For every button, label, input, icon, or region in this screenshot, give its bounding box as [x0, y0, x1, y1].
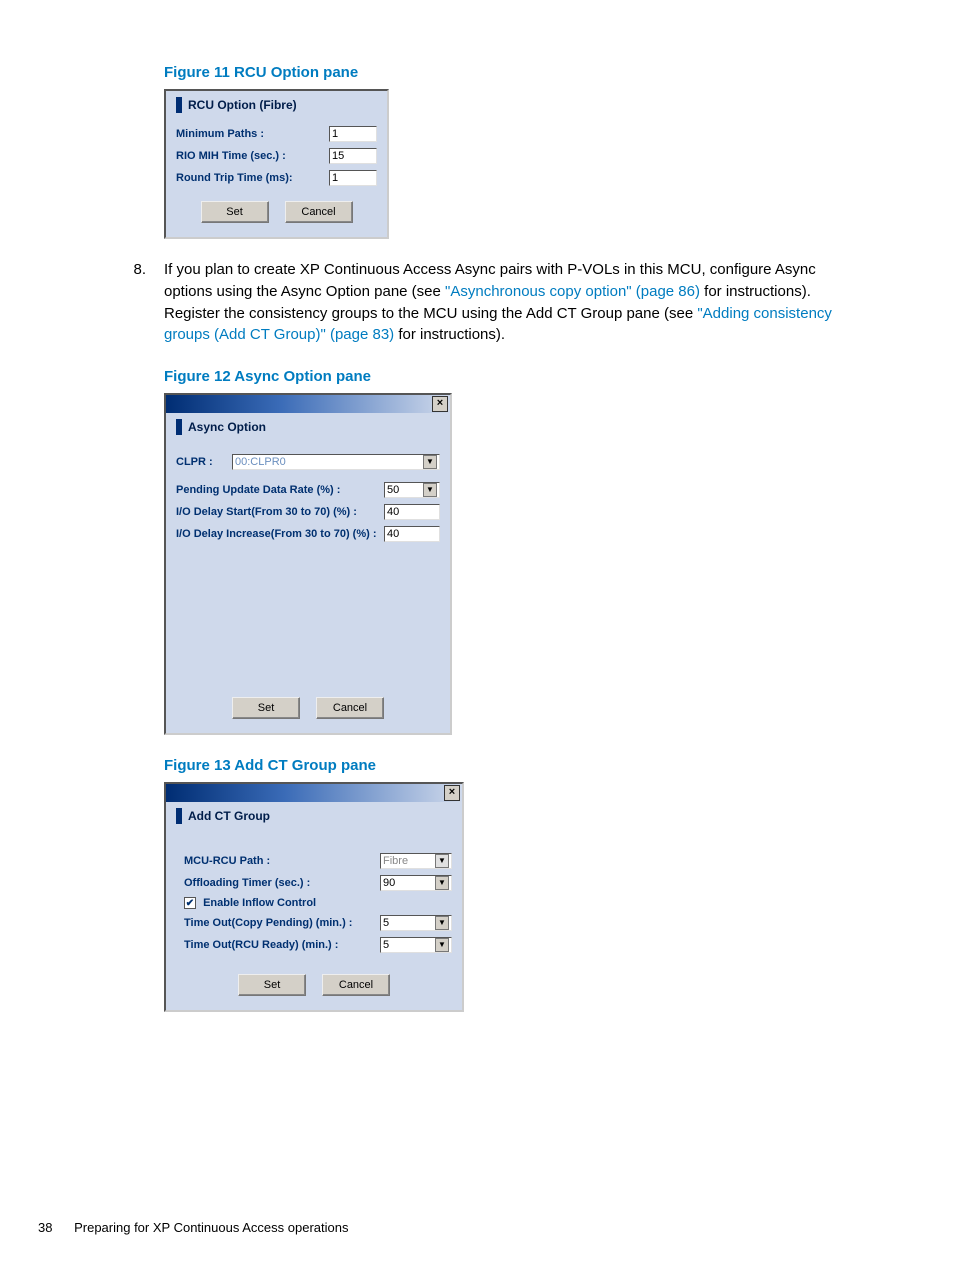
- mcu-rcu-path-label: MCU-RCU Path :: [184, 855, 380, 867]
- async-option-pane: × Async Option CLPR : 00:CLPR0 ▼ Pending…: [164, 393, 452, 735]
- footer-title: Preparing for XP Continuous Access opera…: [74, 1220, 348, 1235]
- min-paths-label: Minimum Paths :: [176, 128, 329, 140]
- chevron-down-icon: ▼: [435, 876, 449, 890]
- chevron-down-icon: ▼: [435, 938, 449, 952]
- add-ct-group-pane: × Add CT Group MCU-RCU Path : Fibre ▼ Of…: [164, 782, 464, 1012]
- timeout-rcu-ready-label: Time Out(RCU Ready) (min.) :: [184, 939, 380, 951]
- rcu-option-pane: RCU Option (Fibre) Minimum Paths : 1 RIO…: [164, 89, 389, 239]
- rio-mih-input[interactable]: 15: [329, 148, 377, 164]
- io-delay-start-label: I/O Delay Start(From 30 to 70) (%) :: [176, 506, 384, 518]
- set-button[interactable]: Set: [238, 974, 306, 996]
- mcu-rcu-path-select[interactable]: Fibre ▼: [380, 853, 452, 869]
- close-icon[interactable]: ×: [432, 396, 448, 412]
- min-paths-input[interactable]: 1: [329, 126, 377, 142]
- timeout-rcu-ready-select[interactable]: 5 ▼: [380, 937, 452, 953]
- clpr-label: CLPR :: [176, 456, 232, 468]
- chevron-down-icon: ▼: [423, 455, 437, 469]
- offloading-timer-label: Offloading Timer (sec.) :: [184, 877, 380, 889]
- io-delay-start-input[interactable]: 40: [384, 504, 440, 520]
- chevron-down-icon: ▼: [435, 854, 449, 868]
- page-number: 38: [38, 1220, 52, 1235]
- title-marker-icon: [176, 419, 182, 435]
- pane-title-label: RCU Option (Fibre): [188, 98, 297, 112]
- offloading-timer-select[interactable]: 90 ▼: [380, 875, 452, 891]
- checkbox-icon: ✔: [184, 897, 196, 909]
- timeout-copy-pending-select[interactable]: 5 ▼: [380, 915, 452, 931]
- async-copy-option-link[interactable]: "Asynchronous copy option" (page 86): [445, 283, 700, 300]
- set-button[interactable]: Set: [201, 201, 269, 223]
- pending-rate-label: Pending Update Data Rate (%) :: [176, 484, 384, 496]
- cancel-button[interactable]: Cancel: [285, 201, 353, 223]
- step-8: 8. If you plan to create XP Continuous A…: [94, 259, 860, 346]
- rtt-input[interactable]: 1: [329, 170, 377, 186]
- enable-inflow-control[interactable]: ✔ Enable Inflow Control: [184, 897, 452, 909]
- pane-title: Add CT Group: [166, 802, 462, 834]
- figure-11-caption: Figure 11 RCU Option pane: [164, 64, 860, 81]
- window-titlebar: ×: [166, 784, 462, 802]
- rtt-label: Round Trip Time (ms):: [176, 172, 329, 184]
- step-number: 8.: [94, 259, 164, 346]
- title-marker-icon: [176, 808, 182, 824]
- rio-mih-label: RIO MIH Time (sec.) :: [176, 150, 329, 162]
- pane-title: RCU Option (Fibre): [166, 91, 387, 123]
- close-icon[interactable]: ×: [444, 785, 460, 801]
- figure-12-caption: Figure 12 Async Option pane: [164, 368, 860, 385]
- io-delay-increase-label: I/O Delay Increase(From 30 to 70) (%) :: [176, 528, 384, 540]
- pending-rate-select[interactable]: 50 ▼: [384, 482, 440, 498]
- clpr-select[interactable]: 00:CLPR0 ▼: [232, 454, 440, 470]
- set-button[interactable]: Set: [232, 697, 300, 719]
- io-delay-increase-input[interactable]: 40: [384, 526, 440, 542]
- pane-title-label: Add CT Group: [188, 809, 270, 823]
- figure-13-caption: Figure 13 Add CT Group pane: [164, 757, 860, 774]
- chevron-down-icon: ▼: [423, 483, 437, 497]
- chevron-down-icon: ▼: [435, 916, 449, 930]
- step-text: If you plan to create XP Continuous Acce…: [164, 259, 860, 346]
- pane-title: Async Option: [166, 413, 450, 445]
- title-marker-icon: [176, 97, 182, 113]
- timeout-copy-pending-label: Time Out(Copy Pending) (min.) :: [184, 917, 380, 929]
- pane-title-label: Async Option: [188, 420, 266, 434]
- cancel-button[interactable]: Cancel: [322, 974, 390, 996]
- window-titlebar: ×: [166, 395, 450, 413]
- page-footer: 38 Preparing for XP Continuous Access op…: [38, 1220, 348, 1235]
- cancel-button[interactable]: Cancel: [316, 697, 384, 719]
